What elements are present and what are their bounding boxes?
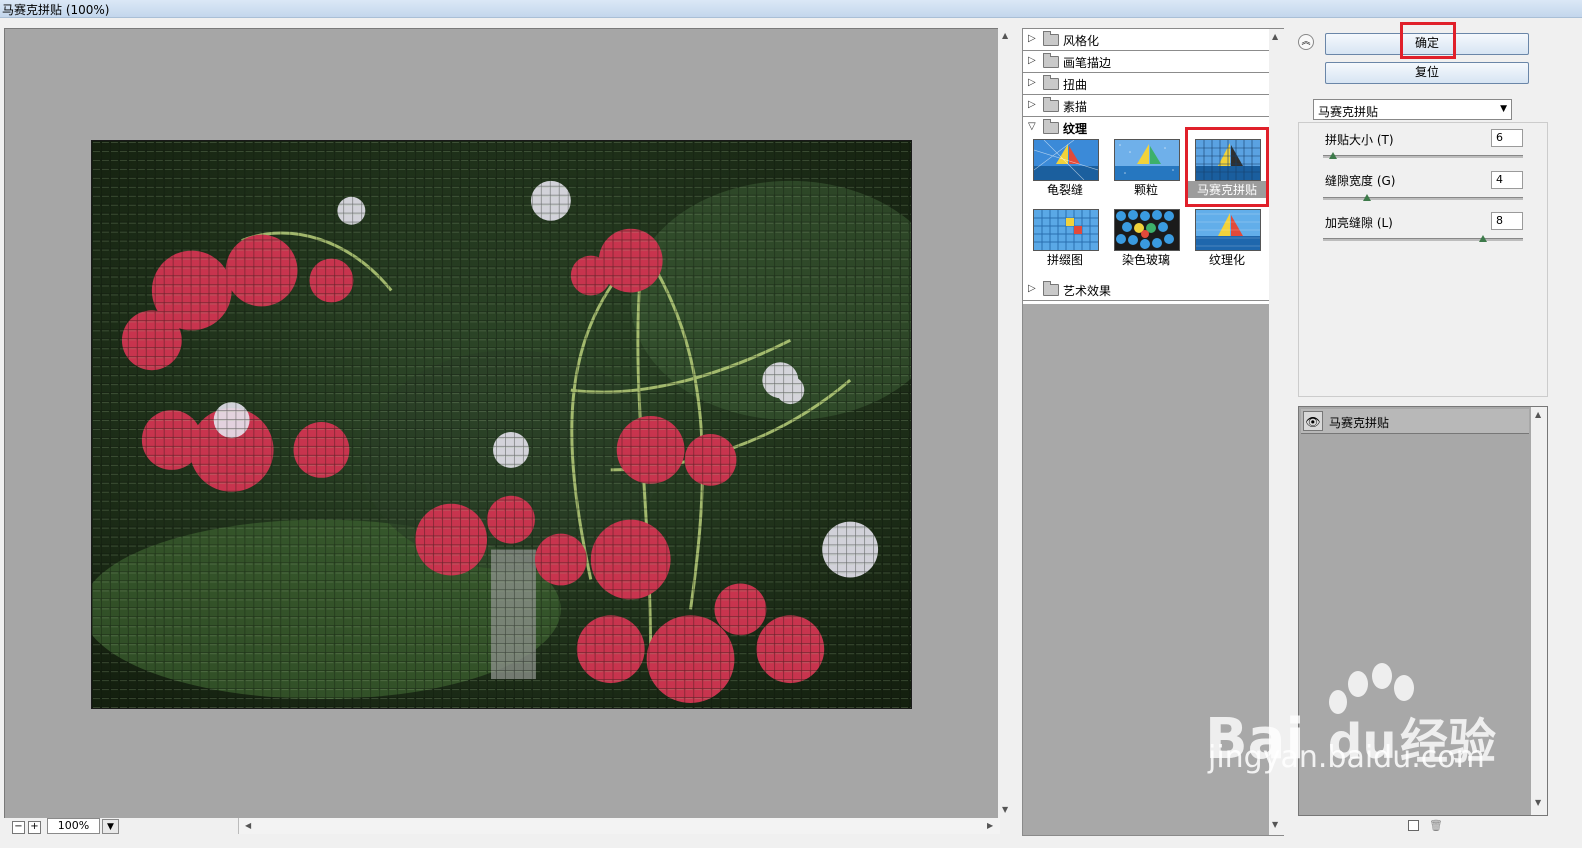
expand-arrow-icon: ▷: [1028, 33, 1036, 44]
category-label: 纹理: [1063, 122, 1088, 136]
filter-select-value: 马赛克拼贴: [1318, 105, 1379, 119]
folder-icon: [1043, 53, 1059, 68]
collapse-gallery-icon[interactable]: ︽: [1298, 34, 1314, 50]
texturizer-thumb[interactable]: [1195, 209, 1261, 251]
filter-parameters-panel: [1298, 122, 1548, 397]
zoom-level-input[interactable]: 100%: [47, 818, 100, 834]
zoom-dropdown-button[interactable]: ▼: [102, 819, 119, 834]
zoom-bar: − + 100% ▼ ◀ ▶: [4, 818, 1000, 836]
grout-width-input[interactable]: 4: [1491, 171, 1523, 189]
reset-button[interactable]: 复位: [1325, 62, 1529, 84]
scroll-up-icon[interactable]: ▲: [1272, 33, 1278, 41]
watermark-url: jingyan.baidu.com: [1208, 740, 1485, 775]
filter-label: 染色玻璃: [1121, 253, 1170, 267]
filter-label: 拼缀图: [1046, 253, 1083, 267]
slider-knob[interactable]: [1479, 235, 1487, 242]
patchwork-thumb[interactable]: [1033, 209, 1099, 251]
tile-size-slider[interactable]: [1323, 152, 1523, 159]
effect-layer-row[interactable]: 👁 马赛克拼贴: [1301, 409, 1529, 434]
expand-arrow-icon: ▷: [1028, 77, 1036, 88]
category-distort[interactable]: ▷ 扭曲: [1023, 73, 1269, 95]
category-label: 艺术效果: [1063, 284, 1112, 298]
expand-arrow-icon: ▷: [1028, 283, 1036, 294]
filter-label: 龟裂缝: [1046, 183, 1083, 197]
category-label: 画笔描边: [1063, 56, 1112, 70]
category-stylize[interactable]: ▷ 风格化: [1023, 29, 1269, 51]
category-brush-strokes[interactable]: ▷ 画笔描边: [1023, 51, 1269, 73]
tile-size-label: 拼贴大小 (T): [1325, 133, 1394, 147]
collapse-arrow-icon: ▽: [1028, 121, 1036, 132]
selected-filter-highlight: [1185, 127, 1269, 207]
category-artistic[interactable]: ▷ 艺术效果: [1023, 279, 1269, 301]
stained-glass-thumb[interactable]: [1114, 209, 1180, 251]
zoom-in-button[interactable]: +: [28, 821, 41, 834]
window-titlebar: 马赛克拼贴 (100%): [0, 0, 1582, 18]
lighten-grout-label: 加亮缝隙 (L): [1325, 216, 1393, 230]
preview-image: [91, 140, 912, 709]
effect-layer-label: 马赛克拼贴: [1329, 416, 1390, 430]
category-label: 扭曲: [1063, 78, 1088, 92]
scroll-up-icon[interactable]: ▲: [1002, 32, 1008, 40]
folder-icon: [1043, 75, 1059, 90]
craquelure-thumb[interactable]: [1033, 139, 1099, 181]
lighten-grout-input[interactable]: 8: [1491, 212, 1523, 230]
new-effect-layer-icon[interactable]: [1408, 820, 1419, 831]
preview-horizontal-scrollbar[interactable]: ◀ ▶: [238, 818, 1000, 834]
grout-width-slider[interactable]: [1323, 194, 1523, 201]
filter-label: 颗粒: [1133, 183, 1158, 197]
chevron-down-icon: ▼: [1500, 104, 1507, 114]
expand-arrow-icon: ▷: [1028, 55, 1036, 66]
baidu-watermark-logo: Bai du 经验: [1200, 660, 1580, 810]
filter-label: 纹理化: [1208, 253, 1245, 267]
window-title: 马赛克拼贴 (100%): [2, 3, 110, 17]
scroll-up-icon[interactable]: ▲: [1535, 411, 1541, 419]
filter-select[interactable]: 马赛克拼贴 ▼: [1313, 99, 1512, 120]
folder-open-icon: [1043, 119, 1059, 134]
lighten-grout-slider[interactable]: [1323, 235, 1523, 242]
scroll-down-icon[interactable]: ▼: [1272, 821, 1278, 829]
zoom-out-button[interactable]: −: [12, 821, 25, 834]
slider-knob[interactable]: [1329, 152, 1337, 159]
preview-vertical-scrollbar[interactable]: ▲ ▼: [998, 28, 1014, 820]
scroll-left-icon[interactable]: ◀: [245, 822, 251, 830]
eye-icon[interactable]: 👁: [1303, 411, 1323, 431]
category-label: 风格化: [1063, 34, 1100, 48]
tile-size-input[interactable]: 6: [1491, 129, 1523, 147]
folder-icon: [1043, 97, 1059, 112]
folder-icon: [1043, 281, 1059, 296]
category-sketch[interactable]: ▷ 素描: [1023, 95, 1269, 117]
category-label: 素描: [1063, 100, 1088, 114]
expand-arrow-icon: ▷: [1028, 99, 1036, 110]
grain-thumb[interactable]: [1114, 139, 1180, 181]
folder-icon: [1043, 31, 1059, 46]
scroll-right-icon[interactable]: ▶: [987, 822, 993, 830]
grout-width-label: 缝隙宽度 (G): [1325, 174, 1396, 188]
scroll-down-icon[interactable]: ▼: [1002, 806, 1008, 814]
delete-effect-layer-icon[interactable]: 🗑: [1429, 820, 1443, 831]
ok-button-highlight: [1400, 22, 1456, 59]
chevron-down-icon: ▼: [107, 822, 114, 832]
slider-knob[interactable]: [1363, 194, 1371, 201]
